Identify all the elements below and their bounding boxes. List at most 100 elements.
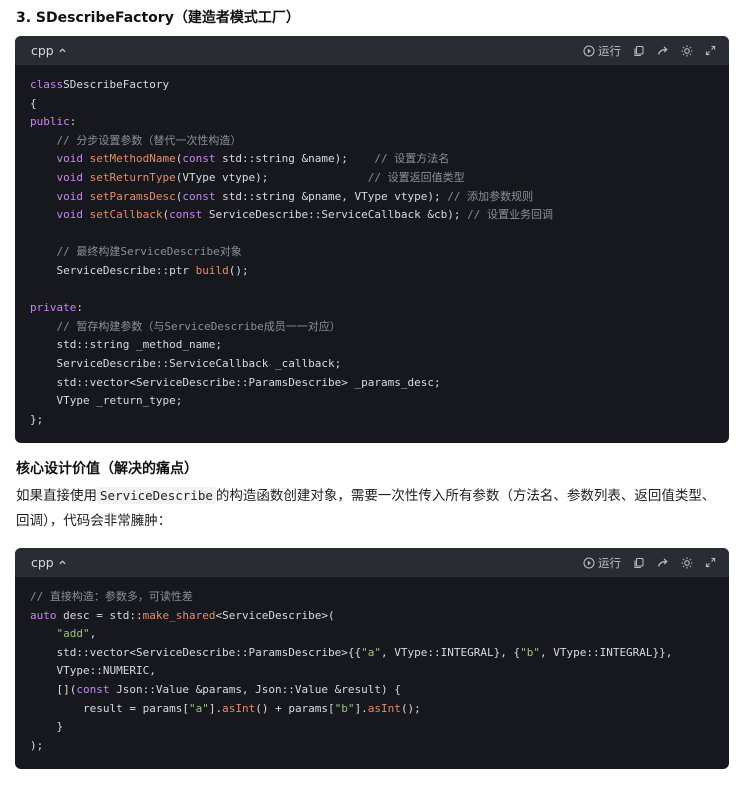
code-line: void setParamsDesc(const std::string &pn… xyxy=(30,188,714,207)
code-token: std::string &pname, VType vtype); xyxy=(215,189,448,203)
code-token: asInt xyxy=(367,701,401,715)
code-token: const xyxy=(182,152,216,166)
description-paragraph: 如果直接使用 ServiceDescribe 的构造函数创建对象，需要一次性传入所有… xyxy=(16,483,728,534)
code-token: Json::Value &params, Json::Value &result… xyxy=(109,682,401,696)
code-token: // 暂存构建参数（与ServiceDescribe成员一一对应） xyxy=(30,319,341,333)
share-arrow-icon xyxy=(657,558,668,567)
theme-toggle-button[interactable] xyxy=(681,557,693,569)
code-token: // 分步设置参数（替代一次性构造） xyxy=(30,133,242,147)
code-token: VType _return_type; xyxy=(30,394,183,408)
code-token: // 设置业务回调 xyxy=(467,208,553,222)
code-content: // 直接构造：参数多，可读性差 auto desc = std::make_sh… xyxy=(15,577,729,769)
copy-icon xyxy=(634,45,644,56)
code-token: std::string &name); xyxy=(215,152,375,166)
code-token: { xyxy=(30,96,37,110)
code-token: ServiceDescribe::ptr xyxy=(30,263,196,277)
language-toggle[interactable]: cpp xyxy=(31,555,67,570)
code-token: const xyxy=(182,189,216,203)
code-line: private: xyxy=(30,299,714,318)
code-token: std::vector<ServiceDescribe::ParamsDescr… xyxy=(30,375,441,389)
code-token: void xyxy=(30,189,90,203)
theme-toggle-button[interactable] xyxy=(681,45,693,57)
code-token: "add" xyxy=(30,627,90,641)
code-token: : xyxy=(69,115,77,129)
code-token: setReturnType xyxy=(89,170,176,184)
code-token: , VType::INTEGRAL}}, xyxy=(539,645,673,659)
code-token: // 最终构建ServiceDescribe对象 xyxy=(30,245,242,259)
code-line: VType::NUMERIC, xyxy=(30,662,714,681)
code-token: : xyxy=(76,301,83,315)
code-line: [](const Json::Value &params, Json::Valu… xyxy=(30,681,714,700)
code-token: setCallback xyxy=(89,208,163,222)
code-line: public: xyxy=(30,113,714,132)
run-button[interactable]: 运行 xyxy=(583,555,621,571)
chevron-up-icon xyxy=(59,560,66,565)
chevron-up-icon xyxy=(59,48,66,53)
section-subtitle: 核心设计价值（解决的痛点） xyxy=(16,461,198,477)
play-circle-icon xyxy=(583,556,595,569)
language-label: cpp xyxy=(31,555,54,570)
code-token: setParamsDesc xyxy=(89,189,176,203)
code-line: }; xyxy=(30,411,714,430)
code-token: ]. xyxy=(208,701,223,715)
code-line: } xyxy=(30,718,714,737)
code-token: ServiceDescribe::ServiceCallback _callba… xyxy=(30,356,342,370)
code-token: // 设置返回值类型 xyxy=(367,170,465,184)
code-token: void xyxy=(30,170,90,184)
code-token: result = params[ xyxy=(30,701,189,715)
run-label: 运行 xyxy=(598,555,621,570)
expand-button[interactable] xyxy=(705,45,716,56)
language-toggle[interactable]: cpp xyxy=(31,43,67,58)
code-token: asInt xyxy=(222,701,256,715)
copy-button[interactable] xyxy=(633,557,645,569)
code-line: VType _return_type; xyxy=(30,392,714,411)
code-token: std::string _method_name; xyxy=(30,338,223,352)
code-token: auto xyxy=(30,608,57,622)
section-title: 3. SDescribeFactory（建造者模式工厂） xyxy=(16,10,300,26)
code-token: // 直接构造：参数多，可读性差 xyxy=(30,590,193,603)
run-label: 运行 xyxy=(598,43,621,58)
code-token: }; xyxy=(30,412,44,426)
code-line: { xyxy=(30,95,714,114)
expand-button[interactable] xyxy=(705,557,716,568)
code-token: , xyxy=(89,627,97,641)
share-button[interactable] xyxy=(657,557,669,569)
paragraph-text-pre: 如果直接使用 xyxy=(16,488,97,504)
code-header: cpp 运行 xyxy=(15,36,729,65)
code-line: // 暂存构建参数（与ServiceDescribe成员一一对应） xyxy=(30,318,714,337)
code-token: void xyxy=(30,208,90,222)
code-line: ServiceDescribe::ptr build(); xyxy=(30,262,714,281)
copy-icon xyxy=(634,557,644,568)
code-block-1: cpp 运行 classSDescribeFactory{ public: // … xyxy=(15,36,729,444)
code-token: ); xyxy=(30,738,44,752)
code-token: (); xyxy=(400,701,421,715)
code-token: "a" xyxy=(361,645,382,659)
code-token: public xyxy=(30,115,70,129)
code-token: () + params[ xyxy=(255,701,335,715)
code-token: class xyxy=(30,78,64,91)
copy-button[interactable] xyxy=(633,45,645,57)
code-token: // 添加参数规则 xyxy=(447,189,534,203)
share-button[interactable] xyxy=(657,45,669,57)
code-line: ServiceDescribe::ServiceCallback _callba… xyxy=(30,355,714,374)
code-token: make_shared xyxy=(142,608,216,622)
code-line: void setMethodName(const std::string &na… xyxy=(30,150,714,169)
code-line: void setCallback(const ServiceDescribe::… xyxy=(30,206,714,225)
expand-icon xyxy=(705,45,716,56)
code-token: (VType vtype); xyxy=(175,170,368,184)
sun-icon xyxy=(681,45,693,56)
code-token: "a" xyxy=(188,701,209,715)
code-line: classSDescribeFactory xyxy=(30,76,714,95)
code-token: void xyxy=(30,152,90,166)
sun-icon xyxy=(681,557,693,568)
share-arrow-icon xyxy=(657,46,668,55)
code-line: // 最终构建ServiceDescribe对象 xyxy=(30,243,714,262)
code-header: cpp 运行 xyxy=(15,548,729,577)
language-label: cpp xyxy=(31,43,54,58)
code-token: "b" xyxy=(334,701,355,715)
run-button[interactable]: 运行 xyxy=(583,43,621,59)
code-token: private xyxy=(30,301,77,315)
code-token: , VType::INTEGRAL}, { xyxy=(381,645,521,659)
code-token: setMethodName xyxy=(89,152,176,166)
